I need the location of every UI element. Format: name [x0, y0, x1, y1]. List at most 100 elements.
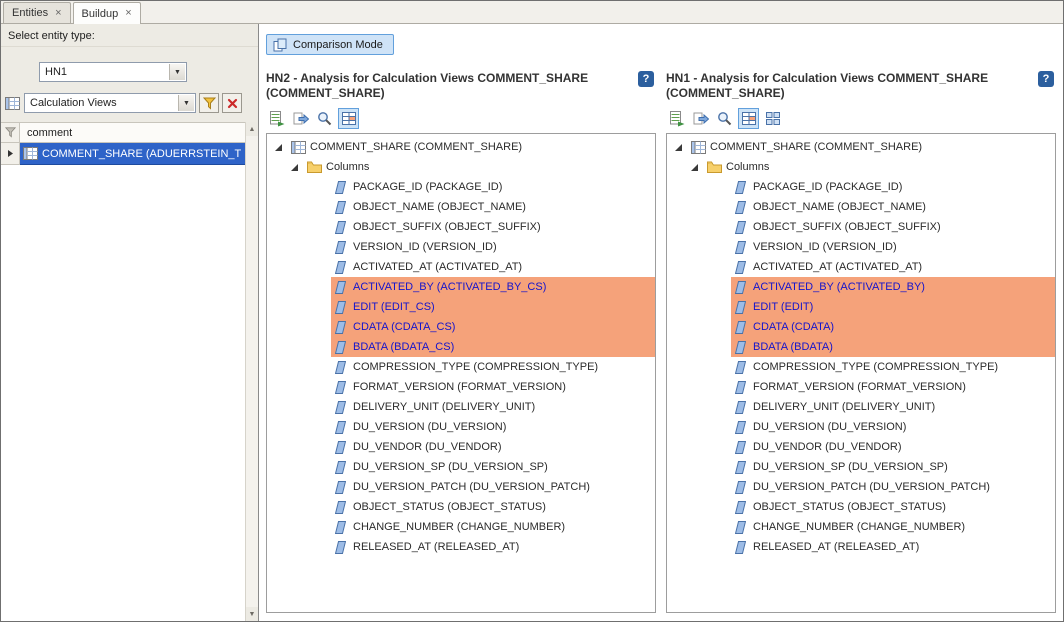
tree-item-label: ACTIVATED_BY (ACTIVATED_BY_CS): [353, 281, 546, 293]
column-icon: [335, 181, 346, 194]
filter-row-icon[interactable]: [1, 123, 20, 143]
highlight-differences-icon[interactable]: [738, 108, 759, 129]
tab-close-icon[interactable]: ×: [55, 8, 61, 19]
tree-item[interactable]: DU_VERSION_PATCH (DU_VERSION_PATCH): [331, 477, 655, 497]
tree-item[interactable]: ACTIVATED_AT (ACTIVATED_AT): [331, 257, 655, 277]
tree-item[interactable]: OBJECT_SUFFIX (OBJECT_SUFFIX): [331, 217, 655, 237]
comparison-mode-icon: [273, 38, 287, 52]
column-icon: [335, 501, 346, 514]
tab-entities-label: Entities: [12, 7, 48, 19]
tab-buildup-label: Buildup: [82, 8, 119, 20]
column-header-comment[interactable]: comment: [20, 123, 245, 143]
tree-item-label: ACTIVATED_AT (ACTIVATED_AT): [353, 261, 522, 273]
entity-dropdown[interactable]: HN1 ▼: [39, 62, 187, 82]
tree-item[interactable]: OBJECT_NAME (OBJECT_NAME): [331, 197, 655, 217]
column-icon: [735, 301, 746, 314]
tree-view-hn1[interactable]: COMMENT_SHARE (COMMENT_SHARE) Columns PA…: [666, 133, 1056, 613]
grid-view-icon[interactable]: [762, 108, 783, 129]
tree-item-difference[interactable]: ACTIVATED_BY (ACTIVATED_BY_CS): [331, 277, 655, 297]
panel-hn1: HN1 - Analysis for Calculation Views COM…: [666, 71, 1056, 613]
tab-close-icon[interactable]: ×: [125, 8, 131, 19]
tree-item[interactable]: OBJECT_SUFFIX (OBJECT_SUFFIX): [731, 217, 1055, 237]
highlight-differences-icon[interactable]: [338, 108, 359, 129]
export-excel-icon[interactable]: [666, 108, 687, 129]
tree-item[interactable]: OBJECT_STATUS (OBJECT_STATUS): [731, 497, 1055, 517]
tree-item-difference[interactable]: EDIT (EDIT): [731, 297, 1055, 317]
type-select-row: Calculation Views ▼: [4, 93, 258, 113]
expand-arrow-icon[interactable]: [274, 143, 284, 152]
tree-item[interactable]: DU_VERSION_SP (DU_VERSION_SP): [731, 457, 1055, 477]
sidebar-scrollbar[interactable]: ▲ ▼: [245, 122, 258, 621]
tree-item-difference[interactable]: ACTIVATED_BY (ACTIVATED_BY): [731, 277, 1055, 297]
transfer-icon[interactable]: [290, 108, 311, 129]
tree-item[interactable]: CHANGE_NUMBER (CHANGE_NUMBER): [331, 517, 655, 537]
tree-item[interactable]: RELEASED_AT (RELEASED_AT): [731, 537, 1055, 557]
column-icon: [735, 201, 746, 214]
tree-item-label: DU_VERSION (DU_VERSION): [753, 421, 906, 433]
tree-item[interactable]: ACTIVATED_AT (ACTIVATED_AT): [731, 257, 1055, 277]
tree-item-label: OBJECT_NAME (OBJECT_NAME): [353, 201, 526, 213]
export-excel-icon[interactable]: [266, 108, 287, 129]
tree-item[interactable]: PACKAGE_ID (PACKAGE_ID): [731, 177, 1055, 197]
transfer-icon[interactable]: [690, 108, 711, 129]
tree-item[interactable]: DU_VERSION (DU_VERSION): [731, 417, 1055, 437]
tree-item[interactable]: DU_VENDOR (DU_VENDOR): [331, 437, 655, 457]
tree-item-difference[interactable]: BDATA (BDATA_CS): [331, 337, 655, 357]
tree-item[interactable]: VERSION_ID (VERSION_ID): [731, 237, 1055, 257]
zoom-icon[interactable]: [314, 108, 335, 129]
tree-item-difference[interactable]: BDATA (BDATA): [731, 337, 1055, 357]
column-icon: [335, 261, 346, 274]
filter-button[interactable]: [199, 93, 219, 113]
chevron-down-icon[interactable]: ▼: [169, 64, 185, 80]
column-icon: [335, 481, 346, 494]
tab-buildup[interactable]: Buildup ×: [73, 2, 141, 24]
tree-item[interactable]: VERSION_ID (VERSION_ID): [331, 237, 655, 257]
tree-folder-columns[interactable]: Columns: [267, 157, 655, 177]
chevron-down-icon[interactable]: ▼: [178, 95, 194, 111]
column-icon: [335, 401, 346, 414]
table-row[interactable]: COMMENT_SHARE (ADUERRSTEIN_T: [1, 143, 245, 165]
tree-item[interactable]: COMPRESSION_TYPE (COMPRESSION_TYPE): [731, 357, 1055, 377]
table-icon: [23, 147, 38, 160]
zoom-icon[interactable]: [714, 108, 735, 129]
tree-item[interactable]: COMPRESSION_TYPE (COMPRESSION_TYPE): [331, 357, 655, 377]
tree-view-hn2[interactable]: COMMENT_SHARE (COMMENT_SHARE) Columns PA…: [266, 133, 656, 613]
tree-root[interactable]: COMMENT_SHARE (COMMENT_SHARE): [267, 137, 655, 157]
tree-root-label: COMMENT_SHARE (COMMENT_SHARE): [710, 141, 922, 153]
tree-item[interactable]: DELIVERY_UNIT (DELIVERY_UNIT): [331, 397, 655, 417]
tree-item-difference[interactable]: EDIT (EDIT_CS): [331, 297, 655, 317]
clear-filter-button[interactable]: [222, 93, 242, 113]
selected-entity-row[interactable]: COMMENT_SHARE (ADUERRSTEIN_T: [20, 143, 245, 165]
tree-item-label: OBJECT_STATUS (OBJECT_STATUS): [353, 501, 546, 513]
scroll-down-icon[interactable]: ▼: [246, 607, 258, 621]
column-icon: [335, 321, 346, 334]
help-icon[interactable]: ?: [638, 71, 654, 87]
tree-item[interactable]: PACKAGE_ID (PACKAGE_ID): [331, 177, 655, 197]
tree-item[interactable]: DU_VERSION_PATCH (DU_VERSION_PATCH): [731, 477, 1055, 497]
expand-arrow-icon[interactable]: [674, 143, 684, 152]
tab-entities[interactable]: Entities ×: [3, 2, 71, 23]
tree-root[interactable]: COMMENT_SHARE (COMMENT_SHARE): [667, 137, 1055, 157]
tree-item[interactable]: DU_VERSION (DU_VERSION): [331, 417, 655, 437]
tree-item[interactable]: FORMAT_VERSION (FORMAT_VERSION): [731, 377, 1055, 397]
tree-item-difference[interactable]: CDATA (CDATA_CS): [331, 317, 655, 337]
tree-item-label: EDIT (EDIT): [753, 301, 813, 313]
tree-item-difference[interactable]: CDATA (CDATA): [731, 317, 1055, 337]
panel-hn1-header: HN1 - Analysis for Calculation Views COM…: [666, 71, 1056, 103]
tree-item[interactable]: RELEASED_AT (RELEASED_AT): [331, 537, 655, 557]
tree-folder-columns[interactable]: Columns: [667, 157, 1055, 177]
comparison-mode-button[interactable]: Comparison Mode: [266, 34, 394, 55]
expand-arrow-icon[interactable]: [690, 163, 700, 172]
expand-arrow-icon[interactable]: [290, 163, 300, 172]
tree-item[interactable]: DU_VENDOR (DU_VENDOR): [731, 437, 1055, 457]
tree-item[interactable]: FORMAT_VERSION (FORMAT_VERSION): [331, 377, 655, 397]
scroll-up-icon[interactable]: ▲: [246, 122, 258, 136]
help-icon[interactable]: ?: [1038, 71, 1054, 87]
tree-item[interactable]: DU_VERSION_SP (DU_VERSION_SP): [331, 457, 655, 477]
tree-item[interactable]: DELIVERY_UNIT (DELIVERY_UNIT): [731, 397, 1055, 417]
tree-item[interactable]: OBJECT_NAME (OBJECT_NAME): [731, 197, 1055, 217]
tree-item[interactable]: OBJECT_STATUS (OBJECT_STATUS): [331, 497, 655, 517]
sidebar-title: Select entity type:: [1, 24, 258, 47]
tree-item[interactable]: CHANGE_NUMBER (CHANGE_NUMBER): [731, 517, 1055, 537]
entity-type-dropdown[interactable]: Calculation Views ▼: [24, 93, 196, 113]
